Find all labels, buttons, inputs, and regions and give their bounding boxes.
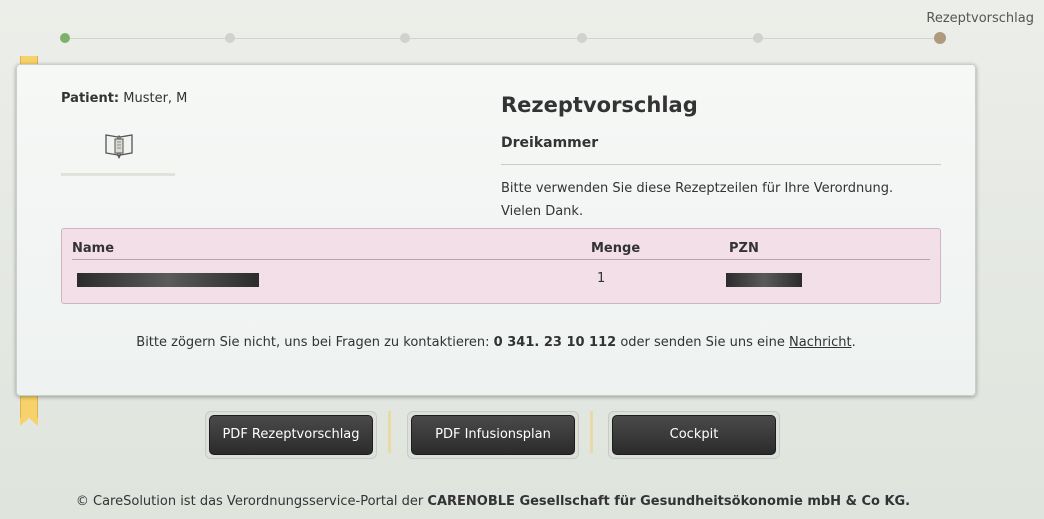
progress-step-4 <box>577 33 587 43</box>
pdf-rezeptvorschlag-button[interactable]: PDF Rezeptvorschlag <box>209 415 373 455</box>
book-icon[interactable] <box>103 131 135 165</box>
message-link[interactable]: Nachricht <box>789 335 852 350</box>
cockpit-button-well: Cockpit <box>608 411 780 459</box>
divider <box>501 164 941 165</box>
contact-text-middle: oder senden Sie uns eine <box>620 335 785 350</box>
pdf-infusion-button-well: PDF Infusionsplan <box>407 411 579 459</box>
redacted-pzn-cell <box>726 273 802 287</box>
progress-step-3 <box>400 33 410 43</box>
notice-text: Bitte verwenden Sie diese Rezeptzeilen f… <box>501 177 941 223</box>
quantity-cell: 1 <box>597 271 606 286</box>
progress-step-1 <box>60 33 70 43</box>
progress-step-6 <box>934 32 946 44</box>
progress-step-2 <box>225 33 235 43</box>
redacted-name-cell <box>77 273 259 287</box>
notice-line-1: Bitte verwenden Sie diese Rezeptzeilen f… <box>501 181 894 196</box>
cockpit-button[interactable]: Cockpit <box>612 415 776 455</box>
progress-current-label: Rezeptvorschlag <box>926 11 1034 26</box>
notice-line-2: Vielen Dank. <box>501 204 584 219</box>
patient-name: Muster, M <box>123 91 188 106</box>
pdf-infusionsplan-button[interactable]: PDF Infusionsplan <box>411 415 575 455</box>
column-header-name: Name <box>72 241 115 256</box>
button-separator <box>388 411 391 453</box>
column-header-pzn: PZN <box>729 241 759 256</box>
book-icon-area <box>61 123 175 176</box>
footer: © CareSolution ist das Verordnungsservic… <box>0 494 986 509</box>
table-header-divider <box>72 259 930 260</box>
column-header-menge: Menge <box>591 241 641 256</box>
progress-bar: Rezeptvorschlag <box>0 0 1044 50</box>
patient-label: Patient: <box>61 91 120 106</box>
contact-text-end: . <box>851 335 856 350</box>
page-title: Rezeptvorschlag <box>501 93 698 117</box>
footer-text: © CareSolution ist das Verordnungsservic… <box>75 494 424 509</box>
pdf-rezept-button-well: PDF Rezeptvorschlag <box>205 411 377 459</box>
progress-line <box>64 38 940 39</box>
prescription-card: Patient: Muster, M Rezeptvorschlag Dreik… <box>16 64 976 396</box>
contact-text: Bitte zögern Sie nicht, uns bei Fragen z… <box>136 335 490 350</box>
contact-phone: 0 341. 23 10 112 <box>493 335 617 350</box>
button-separator <box>590 411 593 453</box>
contact-line: Bitte zögern Sie nicht, uns bei Fragen z… <box>17 335 975 350</box>
product-subtitle: Dreikammer <box>501 135 599 151</box>
footer-company: CARENOBLE Gesellschaft für Gesundheitsök… <box>427 494 911 509</box>
progress-step-5 <box>753 33 763 43</box>
prescription-table: Name Menge PZN 1 <box>61 228 941 304</box>
patient-info: Patient: Muster, M <box>61 91 187 106</box>
